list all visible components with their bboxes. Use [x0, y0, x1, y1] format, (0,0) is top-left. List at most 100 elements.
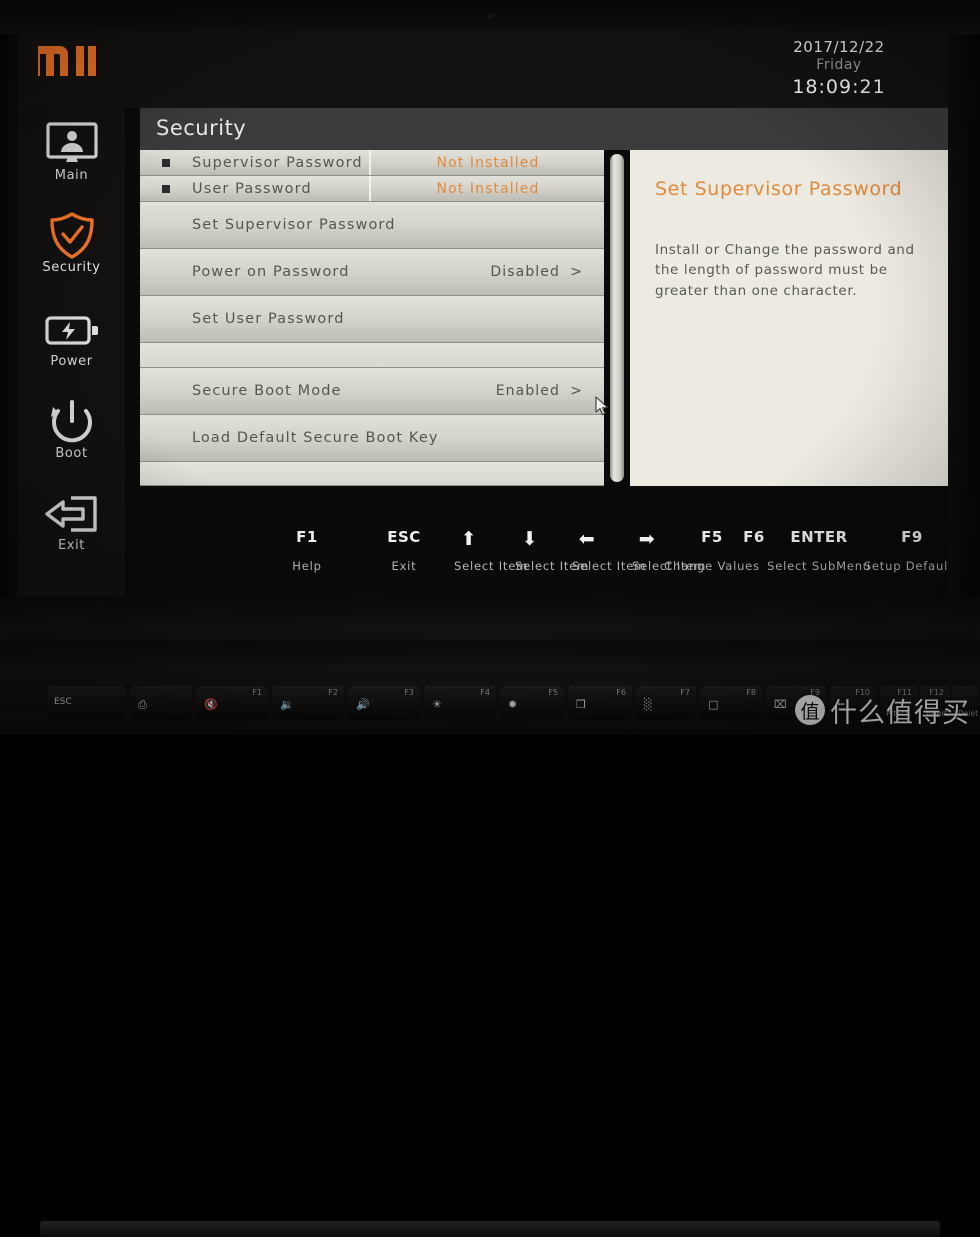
function-key[interactable]: ⬅ Select Item: [572, 528, 647, 573]
table-row[interactable]: Load Default Secure Boot Key: [140, 415, 604, 462]
table-row[interactable]: User Password Not Installed: [140, 176, 604, 202]
key-fn-label: F11: [897, 688, 912, 697]
keyboard-key[interactable]: F1 🔇: [196, 686, 268, 720]
help-title: Set Supervisor Password: [655, 178, 903, 200]
page-title: Security: [156, 116, 247, 140]
key-fn-label: F10: [855, 688, 870, 697]
function-key[interactable]: ⬆ Select Item: [454, 528, 527, 573]
key-symbol-icon: ☀: [432, 698, 442, 711]
scrollbar-thumb[interactable]: [610, 154, 624, 482]
row-label: Set Supervisor Password: [192, 217, 396, 233]
table-row[interactable]: Power on Password Disabled >: [140, 249, 604, 296]
row-bullet-icon: [162, 158, 170, 167]
key-symbol-icon: ⌧: [774, 698, 787, 711]
table-row[interactable]: Set User Password: [140, 296, 604, 343]
sidebar-item-label: Exit: [57, 538, 86, 553]
keyboard-key[interactable]: F3 🔊: [348, 686, 420, 720]
column-divider: [369, 150, 371, 175]
battery-bolt-icon: [18, 302, 125, 358]
keyboard-key[interactable]: ⎙: [130, 686, 192, 720]
key-fn-label: F9: [810, 688, 820, 697]
key-symbol-icon: 🔇: [204, 698, 218, 711]
chevron-right-icon: >: [570, 383, 582, 399]
sidebar-item-label: Power: [50, 354, 93, 369]
power-restart-icon: [18, 394, 125, 450]
key-label: F1: [296, 528, 318, 546]
keyboard-key[interactable]: F9 ⌧: [766, 686, 826, 720]
key-fn-label: F2: [328, 688, 338, 697]
clock-date: 2017/12/22: [793, 38, 885, 56]
function-key[interactable]: ➡ Select Item: [632, 528, 705, 573]
key-fn-label: F7: [680, 688, 690, 697]
keyboard-function-row: ESC ⎙ F1 🔇 F2 🔉 F3 🔊 F4 ☀ F5 ✹ F6 ❐ F7 ░ F8 □ F9 ⌧ F10 ┅ F11 Pr…: [0, 686, 980, 726]
function-key[interactable]: F1 Help: [272, 528, 342, 573]
screen-bezel-top: [0, 0, 980, 34]
key-description: Setup Defaults: [863, 559, 948, 573]
keyboard-key[interactable]: F7 ░: [636, 686, 696, 720]
keyboard-key[interactable]: F5 ✹: [500, 686, 564, 720]
content-area: Security Supervisor Password Not Installe…: [125, 108, 948, 596]
keyboard-key[interactable]: ESC: [48, 686, 126, 720]
key-symbol-icon: □: [708, 698, 719, 711]
bios-screen: 2017/12/22 Friday 18:09:21 Main Security…: [18, 30, 948, 596]
monitor-user-icon: [18, 116, 125, 172]
key-fn-label: F4: [480, 688, 490, 697]
function-key[interactable]: ⬇ Select Item: [515, 528, 590, 573]
screen-bezel-left: [0, 34, 18, 634]
table-row[interactable]: Supervisor Password Not Installed: [140, 150, 604, 176]
exit-arrow-icon: [18, 486, 125, 542]
key-description: Select Item: [515, 559, 590, 573]
table-row[interactable]: Secure Boot Mode Enabled >: [140, 368, 604, 415]
sidebar-item-boot[interactable]: Boot: [18, 394, 125, 482]
keyboard-key[interactable]: F6 ❐: [568, 686, 632, 720]
keyboard-key[interactable]: F10 ┅: [830, 686, 876, 720]
function-key[interactable]: ESC Exit: [369, 528, 439, 573]
list-row-spacer: [140, 343, 604, 368]
key-description: Exit: [391, 559, 417, 573]
sidebar-item-exit[interactable]: Exit: [18, 486, 125, 574]
key-symbol-icon: 🔉: [280, 698, 294, 711]
row-label: Power on Password: [192, 264, 350, 280]
sidebar-item-main[interactable]: Main: [18, 116, 125, 204]
key-symbol-icon: ⎙: [138, 698, 147, 711]
settings-list: Supervisor Password Not Installed User Pas…: [140, 150, 604, 486]
keyboard-key[interactable]: F12 Insert: [920, 686, 950, 720]
keyboard-key[interactable]: F4 ☀: [424, 686, 496, 720]
webcam-icon: [487, 13, 494, 20]
key-sub-label: Delete: [958, 709, 978, 718]
sidebar-item-security[interactable]: Security: [18, 208, 125, 296]
help-panel: Set Supervisor Password Install or Chang…: [630, 150, 948, 486]
keyboard-key[interactable]: F2 🔉: [272, 686, 344, 720]
key-fn-label: F6: [616, 688, 626, 697]
key-label: ESC: [387, 528, 421, 546]
clock-day: Friday: [816, 56, 862, 73]
key-main-label: ESC: [54, 697, 72, 707]
arrow-key-icon: ⬇: [521, 528, 539, 550]
keyboard-key[interactable]: F8 □: [700, 686, 762, 720]
row-value: Not Installed: [436, 154, 540, 171]
row-value: Disabled: [490, 264, 560, 280]
key-sub-label: Insert: [926, 709, 948, 718]
key-description: Help: [292, 559, 322, 573]
key-symbol-icon: ░: [644, 698, 653, 711]
function-key[interactable]: F9 Setup Defaults: [862, 528, 948, 573]
shield-check-icon: [18, 208, 125, 264]
row-value: Enabled: [495, 383, 560, 399]
row-label: User Password: [192, 180, 312, 197]
sidebar-item-label: Boot: [55, 446, 88, 461]
chevron-right-icon: >: [570, 264, 582, 280]
sidebar-item-power[interactable]: Power: [18, 302, 125, 390]
key-fn-label: F8: [746, 688, 756, 697]
key-description: Select Item: [572, 559, 647, 573]
key-symbol-icon: ✹: [508, 698, 518, 711]
keyboard-key[interactable]: F11 PrtScn: [880, 686, 918, 720]
list-row-spacer: [140, 462, 604, 486]
sidebar: Main Security Power Boot Exit: [18, 108, 125, 596]
clock: 2017/12/22 Friday 18:09:21: [754, 38, 924, 100]
keyboard-key[interactable]: Delete: [952, 686, 978, 720]
key-fn-label: F5: [548, 688, 558, 697]
table-row[interactable]: Set Supervisor Password: [140, 202, 604, 249]
key-fn-label: F1: [252, 688, 262, 697]
key-symbol-icon: 🔊: [356, 698, 370, 711]
row-bullet-icon: [162, 184, 170, 193]
